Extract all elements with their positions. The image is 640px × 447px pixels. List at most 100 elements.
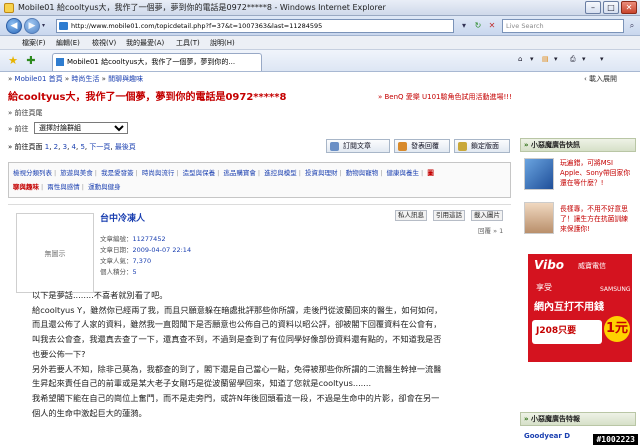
banner-price: 1元 [604,316,630,342]
lock-label: 鎖定版面 [471,142,499,150]
arrow-icon: » [524,415,529,423]
page-menu-icon[interactable]: ▾ [600,55,604,63]
home-button[interactable]: ⌂ [518,55,522,63]
category-item[interactable]: 我是愛發簽 [101,169,134,177]
dropdown-icon[interactable]: ▾ [458,20,470,32]
menu-favorites[interactable]: 我的最愛(A) [126,38,164,48]
print-button[interactable]: ⎙ [570,55,576,64]
category-item[interactable]: 投資與理財 [305,169,338,177]
menu-help[interactable]: 說明(H) [210,38,235,48]
goto-bottom-link[interactable]: » 前往頁尾 [8,108,43,118]
live-search-input[interactable]: Live Search [502,19,624,33]
post-line: 給cooltyus Y，雖然你已經兩了我，而且只願意躲在暗處批評那些你所謂，走後… [32,304,443,315]
menu-tools[interactable]: 工具(T) [176,38,200,48]
category-item[interactable]: 兩性與感情 [47,183,80,191]
url-text: http://www.mobile01.com/topicdetail.php?… [71,22,323,30]
pager-page-1[interactable]: 1 [45,143,49,151]
reply-button[interactable]: 發表回覆 [394,139,450,153]
breadcrumb-sep: » [8,75,13,83]
arrow-icon: » [524,141,529,149]
print-dropdown-icon[interactable]: ▾ [582,55,586,63]
menu-edit[interactable]: 編輯(E) [56,38,80,48]
category-item[interactable]: 進控與模型 [264,169,297,177]
add-favorite-icon[interactable]: ✚ [24,54,38,68]
post-line: 以下是夢話........不喜者就別看了吧。 [32,290,168,300]
breadcrumb-lifestyle[interactable]: 時尚生活 [71,75,99,83]
post: 無圖示 台中冷凍人 文章編號：11277452 文章日期：2009-04-07 … [8,204,511,447]
tab-bar: ★ ✚ Mobile01 給cooltyus大，我作了一個夢，夢到你的... ⌂… [0,50,640,72]
sponsored-link[interactable]: » BenQ 愛樂 U101驗角色試用活動進場!!! [378,92,512,102]
pager-last[interactable]: 最後頁 [115,143,136,151]
pager-page-2[interactable]: 2 [54,143,58,151]
floor-number[interactable]: 回覆 » 1 [478,225,503,235]
tab-label: Mobile01 給cooltyus大，我作了一個夢，夢到你的... [67,58,236,66]
reply-icon [398,142,407,151]
breadcrumb-sep: » [64,75,70,83]
banner-line-1: 享受 [536,283,552,292]
subscribe-button[interactable]: 訂閱文章 [326,139,390,153]
ad-image-laptop[interactable] [524,158,554,190]
breadcrumb-sep: » [101,75,106,83]
ad-text[interactable]: 長樣專，不用不好意思了！讓生方在抗菌訓練來保護你! [560,204,634,234]
post-body: 以下是夢話........不喜者就別看了吧。 給cooltyus Y，雖然你已經… [32,288,506,420]
maximize-button[interactable]: □ [603,1,619,14]
category-item[interactable]: 運動與健身 [88,183,121,191]
vibo-tagline: 威寶電信 [578,262,606,270]
menu-bar: 檔案(F) 編輯(E) 檢視(V) 我的最愛(A) 工具(T) 說明(H) [0,36,640,50]
private-message-button[interactable]: 私人訊息 [395,210,427,221]
banner-plan: J208只要 [532,320,602,344]
pager-page-3[interactable]: 3 [63,143,67,151]
vibo-ad-banner[interactable]: Vibo 威寶電信 享受 SAMSUNG 網內互打不用錢 J208只要 1元 [528,254,632,362]
breadcrumb: » Mobile01 首頁 » 時尚生活 » 閒聊與趣味 [8,74,143,84]
breadcrumb-chat[interactable]: 閒聊與趣味 [108,75,143,83]
category-item[interactable]: 造型與保養 [183,169,216,177]
quote-button[interactable]: 引用這話 [433,210,465,221]
url-input[interactable]: http://www.mobile01.com/topicdetail.php?… [56,19,454,33]
meta-label: 文章人氣： [100,257,133,265]
close-button[interactable]: ✕ [621,1,637,14]
pager-page-4[interactable]: 4 [72,143,76,151]
pager-page-5[interactable]: 5 [80,143,84,151]
minimize-button[interactable]: – [585,1,601,14]
forward-button[interactable]: ▶ [24,18,40,34]
feeds-dropdown-icon[interactable]: ▾ [554,55,558,63]
home-dropdown-icon[interactable]: ▾ [530,55,534,63]
post-line: 也要公佈一下? [32,348,86,359]
tab-active[interactable]: Mobile01 給cooltyus大，我作了一個夢，夢到你的... [52,53,262,71]
banner-line-2: 網內互打不用錢 [534,302,604,313]
breadcrumb-home[interactable]: Mobile01 首頁 [15,75,63,83]
meta-popularity: 文章人氣：7,370 [100,255,151,265]
vibo-logo: Vibo [534,258,565,272]
category-nav: 檢視分類列表 | 旅遊與美食 | 我是愛發簽 | 時尚與流行 | 造型與保養 | 逃品購寶… [8,162,511,198]
category-item[interactable]: 檢視分類列表 [13,169,52,177]
ad-image-person[interactable] [524,202,554,234]
avatar[interactable]: 無圖示 [16,213,94,293]
category-item[interactable]: 動物與寵物 [346,169,379,177]
bottom-ad-item[interactable]: Goodyear D [524,432,570,440]
meta-value: 7,370 [132,257,152,265]
meta-label: 文章編號： [100,235,133,243]
category-item[interactable]: 逃品購寶會 [223,169,256,177]
post-author[interactable]: 台中冷凍人 [100,211,145,224]
feeds-button[interactable]: ▤ [542,55,549,63]
ad-text[interactable]: 玩遍錯，可將MSI Apple、Sony帶回家你還在等什麼？! [560,158,634,188]
forum-select[interactable]: 選擇討論群組 [34,122,128,134]
menu-view[interactable]: 檢視(V) [92,38,116,48]
category-item[interactable]: 旅遊與美食 [60,169,93,177]
search-icon[interactable]: ⌕ [626,20,638,32]
lock-button[interactable]: 鎖定版面 [454,139,510,153]
favorites-star-icon[interactable]: ★ [6,54,20,68]
category-item-active[interactable]: 聊與趣味 [13,183,39,191]
menu-file[interactable]: 檔案(F) [22,38,46,48]
bottom-ad-header: » 小惡魔廣告特報 [520,412,636,426]
back-button[interactable]: ◀ [6,18,22,34]
stop-button[interactable]: ✕ [486,20,498,32]
category-item[interactable]: 時尚與流行 [142,169,175,177]
category-item-active[interactable]: 圖 [427,169,434,177]
load-images-button[interactable]: 載入圖片 [471,210,503,221]
pager-next[interactable]: 下一頁 [89,143,110,151]
lock-icon [458,142,467,151]
refresh-button[interactable]: ↻ [472,20,484,32]
nav-dropdown-icon[interactable]: ▾ [42,22,45,29]
category-item[interactable]: 健康與養生 [387,169,420,177]
